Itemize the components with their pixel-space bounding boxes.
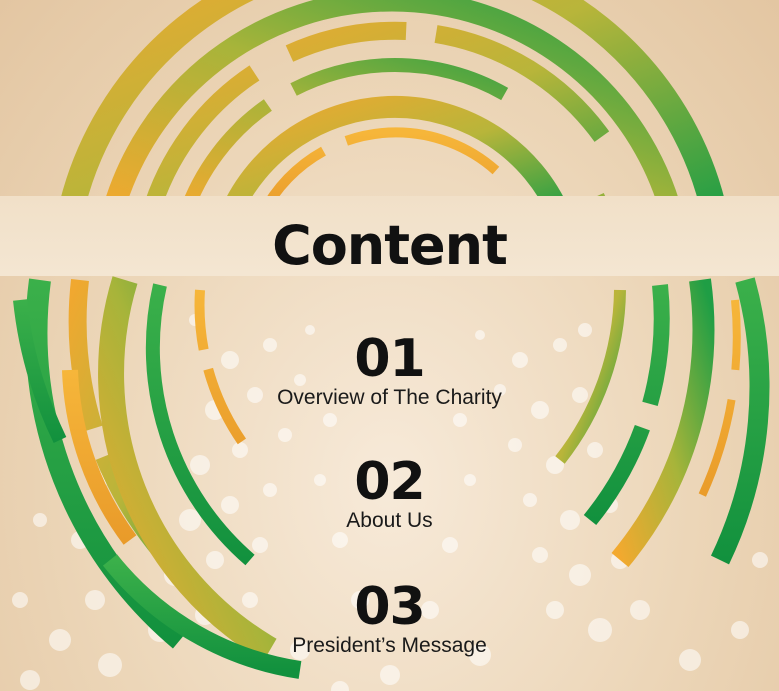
page-title: Content — [272, 214, 508, 277]
toc-item-2[interactable]: 02 About Us — [0, 455, 779, 533]
toc-number: 02 — [354, 452, 425, 512]
toc-item-1[interactable]: 01 Overview of The Charity — [0, 332, 779, 410]
toc-label: Overview of The Charity — [277, 386, 502, 409]
toc-number: 01 — [354, 329, 425, 389]
toc-number: 03 — [354, 577, 425, 637]
toc-item-3[interactable]: 03 President’s Message — [0, 580, 779, 658]
top-arcs — [57, 0, 728, 220]
content-page: Content 01 Overview of The Charity 02 Ab… — [0, 0, 779, 691]
toc-label: President’s Message — [292, 634, 487, 657]
toc-label: About Us — [346, 509, 433, 532]
